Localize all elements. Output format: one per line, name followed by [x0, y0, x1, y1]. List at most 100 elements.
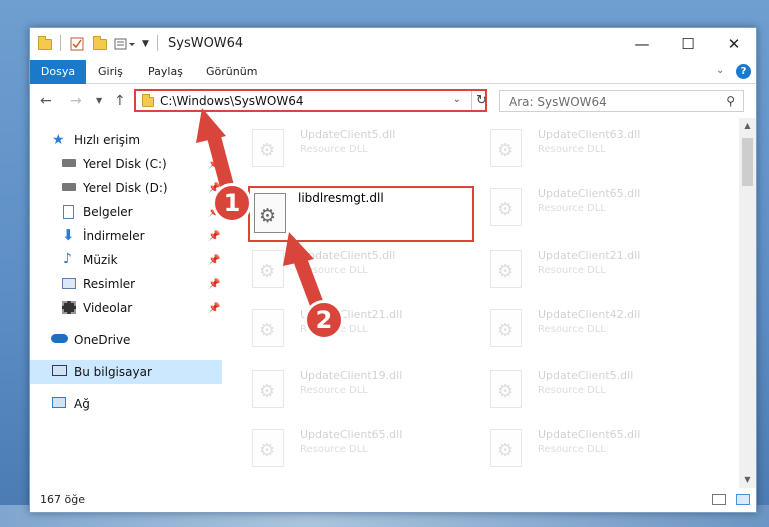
file-item[interactable]: UpdateClient19.dll Resource DLL	[248, 366, 478, 410]
file-item[interactable]: UpdateClient65.dll Resource DLL	[486, 184, 716, 228]
pin-icon[interactable]: 📌	[208, 279, 220, 290]
pin-icon[interactable]: 📌	[208, 255, 220, 266]
search-placeholder: Ara: SysWOW64	[509, 95, 607, 109]
network-icon	[52, 397, 66, 408]
folder-icon	[142, 94, 154, 107]
refresh-icon[interactable]: ↻	[471, 91, 491, 110]
item-count: 167 öğe	[40, 493, 85, 506]
file-name: UpdateClient5.dll	[538, 369, 634, 382]
sidebar-item-downloads[interactable]: ⬇ İndirmeler 📌	[30, 224, 222, 248]
file-name: UpdateClient5.dll	[300, 128, 396, 141]
sidebar-item-videos[interactable]: Videolar 📌	[30, 296, 222, 320]
search-input[interactable]: Ara: SysWOW64 ⚲	[499, 90, 744, 112]
file-item[interactable]: UpdateClient63.dll Resource DLL	[486, 125, 716, 169]
maximize-button[interactable]: ☐	[665, 28, 711, 59]
pin-icon[interactable]: 📌	[208, 303, 220, 314]
close-button[interactable]: ✕	[711, 28, 757, 59]
drive-icon	[62, 183, 76, 191]
highlighted-file-item[interactable]: libdlresmgt.dll	[248, 186, 474, 242]
pin-icon[interactable]: 📌	[208, 231, 220, 242]
title-bar: ▼ SysWOW64 — ☐ ✕	[30, 28, 756, 60]
tab-file[interactable]: Dosya	[30, 60, 86, 84]
file-type: Resource DLL	[538, 444, 606, 455]
sidebar-item-documents[interactable]: Belgeler 📌	[30, 200, 222, 224]
file-item[interactable]: UpdateClient65.dll Resource DLL	[248, 425, 478, 469]
file-name: UpdateClient65.dll	[538, 428, 641, 441]
file-item[interactable]: UpdateClient65.dll Resource DLL	[486, 425, 716, 469]
sidebar-item-label: Hızlı erişim	[74, 133, 141, 147]
sidebar-item-network[interactable]: Ağ	[30, 392, 222, 416]
drive-icon	[62, 159, 76, 167]
file-name: UpdateClient5.dll	[300, 249, 396, 262]
quick-access-dropdown-icon[interactable]: ▼	[142, 35, 149, 53]
scroll-up-icon[interactable]: ▲	[739, 121, 756, 130]
sidebar-item-onedrive[interactable]: OneDrive	[30, 328, 222, 352]
expand-ribbon-icon[interactable]: ⌄	[716, 65, 724, 76]
tab-home[interactable]: Giriş	[88, 60, 133, 84]
file-item[interactable]: UpdateClient42.dll Resource DLL	[486, 305, 716, 349]
document-icon	[63, 205, 74, 219]
pin-icon[interactable]: 📌	[208, 159, 220, 170]
explorer-window: ▼ SysWOW64 — ☐ ✕ Dosya Giriş Paylaş Görü…	[29, 27, 757, 513]
file-name: UpdateClient21.dll	[538, 249, 641, 262]
minimize-button[interactable]: —	[619, 28, 665, 59]
sidebar-item-local-disk-c[interactable]: Yerel Disk (C:) 📌	[30, 152, 222, 176]
dll-file-icon	[490, 188, 522, 226]
properties-icon[interactable]	[70, 35, 84, 53]
file-name: UpdateClient42.dll	[538, 308, 641, 321]
sidebar-item-label: Belgeler	[83, 205, 133, 219]
sidebar-item-label: İndirmeler	[83, 229, 145, 243]
address-dropdown-icon[interactable]: ⌄	[453, 94, 461, 105]
file-item[interactable]: UpdateClient5.dll Resource DLL	[486, 366, 716, 410]
sidebar-item-music[interactable]: ♪ Müzik 📌	[30, 248, 222, 272]
sidebar-item-label: Videolar	[83, 301, 133, 315]
address-bar[interactable]: C:\Windows\SysWOW64 ⌄	[134, 89, 487, 112]
new-folder-icon[interactable]	[93, 35, 107, 53]
up-arrow-icon[interactable]: ↑	[114, 93, 126, 109]
file-type: Resource DLL	[300, 144, 368, 155]
sidebar-item-label: Bu bilgisayar	[74, 365, 152, 379]
sidebar-item-label: Yerel Disk (C:)	[83, 157, 167, 171]
file-item[interactable]: UpdateClient5.dll Resource DLL	[248, 125, 478, 169]
scroll-down-icon[interactable]: ▼	[739, 475, 756, 484]
ribbon-tabs: Dosya Giriş Paylaş Görünüm ⌄ ?	[30, 60, 756, 84]
scrollbar-thumb[interactable]	[742, 138, 753, 186]
large-icons-view-icon[interactable]	[736, 494, 750, 505]
file-item[interactable]: UpdateClient5.dll Resource DLL	[248, 246, 478, 290]
file-type: Resource DLL	[300, 265, 368, 276]
folder-icon	[38, 35, 52, 53]
dll-file-icon	[252, 309, 284, 347]
sidebar-item-local-disk-d[interactable]: Yerel Disk (D:) 📌	[30, 176, 222, 200]
window-title: SysWOW64	[168, 36, 244, 51]
divider	[157, 35, 158, 51]
sidebar-item-pictures[interactable]: Resimler 📌	[30, 272, 222, 296]
sidebar-item-label: OneDrive	[74, 333, 131, 347]
star-icon: ★	[52, 132, 65, 148]
back-arrow-icon[interactable]: ←	[40, 93, 52, 109]
cloud-icon	[51, 334, 68, 343]
highlighted-file-name: libdlresmgt.dll	[298, 191, 384, 205]
customize-toolbar-icon[interactable]	[114, 35, 136, 53]
download-icon: ⬇	[62, 226, 75, 244]
annotation-badge-2: 2	[304, 300, 344, 340]
annotation-badge-1: 1	[212, 183, 252, 223]
vertical-scrollbar[interactable]: ▲ ▼	[739, 118, 756, 488]
tab-share[interactable]: Paylaş	[138, 60, 193, 84]
file-item[interactable]: UpdateClient21.dllResource DLL	[248, 305, 478, 349]
recent-locations-chevron-icon[interactable]: ▼	[96, 96, 102, 105]
sidebar-item-quick-access[interactable]: ★ Hızlı erişim	[30, 128, 222, 152]
pictures-icon	[62, 278, 76, 289]
file-item[interactable]: UpdateClient21.dll Resource DLL	[486, 246, 716, 290]
sidebar-item-this-pc[interactable]: Bu bilgisayar	[30, 360, 222, 384]
file-type: Resource DLL	[538, 265, 606, 276]
address-path[interactable]: C:\Windows\SysWOW64	[160, 94, 304, 108]
search-icon[interactable]: ⚲	[726, 94, 735, 108]
file-type: Resource DLL	[538, 385, 606, 396]
forward-arrow-icon[interactable]: →	[70, 93, 82, 109]
details-view-icon[interactable]	[712, 494, 726, 505]
file-type: Resource DLL	[300, 444, 368, 455]
help-icon[interactable]: ?	[736, 64, 751, 79]
tab-view[interactable]: Görünüm	[196, 60, 267, 84]
dll-file-icon	[490, 309, 522, 347]
dll-file-icon	[252, 429, 284, 467]
